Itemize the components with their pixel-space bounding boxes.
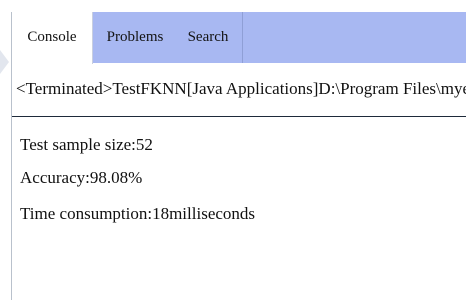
tab-problems[interactable]: Problems bbox=[96, 12, 174, 63]
tab-divider bbox=[242, 12, 243, 63]
window-edge-marker bbox=[0, 50, 9, 74]
tab-console-label: Console bbox=[27, 29, 77, 45]
view-tab-bar: Console Problems Search bbox=[12, 12, 466, 64]
output-line-time: Time consumption:18milliseconds bbox=[20, 204, 256, 223]
console-process-header: <Terminated>TestFKNN[Java Applications]D… bbox=[12, 64, 466, 114]
tab-problems-label: Problems bbox=[106, 29, 164, 45]
tab-search[interactable]: Search bbox=[174, 12, 242, 63]
console-view: Console Problems Search <Terminated>Test… bbox=[0, 0, 466, 300]
tab-search-label: Search bbox=[187, 29, 229, 45]
tab-console[interactable]: Console bbox=[12, 12, 93, 64]
process-status-text: <Terminated>TestFKNN[Java Applications]D… bbox=[16, 79, 466, 98]
output-line-sample-size: Test sample size:52 bbox=[20, 135, 153, 154]
console-output[interactable]: Test sample size:52 Accuracy:98.08% Time… bbox=[12, 117, 466, 300]
output-line-accuracy: Accuracy:98.08% bbox=[20, 168, 143, 187]
